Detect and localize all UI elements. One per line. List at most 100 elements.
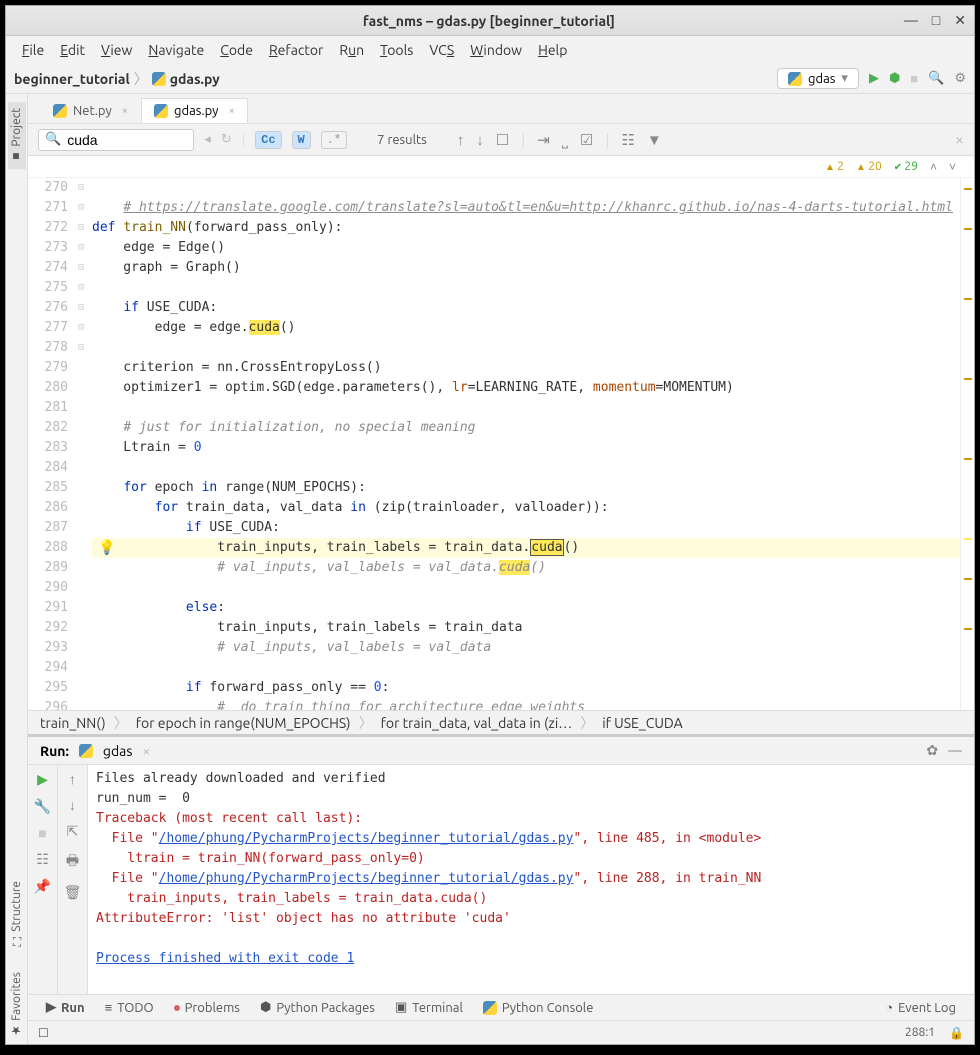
prev-match-icon[interactable]: ↑ [457,131,465,149]
menu-code[interactable]: Code [214,40,259,60]
crumb-file[interactable]: gdas.py [170,71,220,87]
tab-label: Net.py [73,104,112,118]
python-file-icon [53,104,67,118]
titlebar: fast_nms – gdas.py [beginner_tutorial] —… [6,6,974,36]
nav-crumb-bar: beginner_tutorial 〉 gdas.py gdas ▾ ▶ ⬢ ■… [6,64,974,94]
export-icon[interactable]: ⇱ [67,823,79,840]
minimize-panel-icon[interactable]: — [948,742,962,759]
tool-tab-problems[interactable]: Problems [164,1001,250,1015]
menu-vcs[interactable]: VCS [423,40,460,60]
filter-icon[interactable]: ☷ [621,131,634,149]
code-editor[interactable]: 270 271 272 273 274 275 276 277 278 279 … [28,178,974,710]
menu-refactor[interactable]: Refactor [263,40,329,60]
tool-tab-console[interactable]: Python Console [473,1001,604,1015]
menu-window[interactable]: Window [464,40,528,60]
filter2-icon[interactable]: ▼ [647,131,662,149]
run-config-select[interactable]: gdas ▾ [777,68,859,89]
tool-tab-todo[interactable]: ≡ TODO [95,1000,164,1015]
gear-icon[interactable]: ⚙ [954,71,966,86]
chevron-up-icon[interactable]: ˄ [930,160,937,174]
python-icon [788,72,802,86]
layout-icon[interactable]: ☷ [36,851,49,868]
pin-icon[interactable]: 📌 [34,878,51,895]
tool-tab-run[interactable]: ▶ Run [36,1000,95,1015]
tool-tab-terminal[interactable]: ▣ Terminal [385,1000,473,1015]
words-toggle[interactable]: W [292,131,311,149]
chevron-down-icon: ▾ [841,71,848,86]
sidebar-tab-favorites[interactable]: ★ Favorites [8,966,26,1044]
fold-gutter[interactable]: ⊟ ⊟ ⊟ ⊟ ⊟ ⊟ ⊟ ⊟ ⊟ [78,178,92,710]
line-gutter: 270 271 272 273 274 275 276 277 278 279 … [28,178,78,710]
crumb-if[interactable]: if USE_CUDA [602,715,683,731]
menu-file[interactable]: File [16,40,50,60]
python-file-icon [154,104,168,118]
gear-icon[interactable]: ✿ [926,742,938,759]
chevron-down-icon[interactable]: ˅ [949,160,956,174]
menu-help[interactable]: Help [532,40,573,60]
search-icon[interactable]: 🔍 [928,71,944,86]
console-output[interactable]: Files already downloaded and verified ru… [88,765,974,994]
inspections-summary[interactable]: 2 20 29 ˄ ˅ [28,156,974,178]
regex-toggle[interactable]: .* [321,131,347,149]
menu-view[interactable]: View [95,40,138,60]
run-tab-close-icon[interactable]: × [142,743,150,759]
menubar: File Edit View Navigate Code Refactor Ru… [6,36,974,64]
wrench-icon[interactable]: 🔧 [34,798,51,815]
crumb-fn[interactable]: train_NN() [40,715,106,731]
remove-selection-icon[interactable]: ☑ [580,131,593,149]
tab-gdas-py[interactable]: gdas.py × [141,98,248,123]
status-icon[interactable]: ☐ [38,1026,49,1040]
left-sidebar: ■ Project ⛶ Structure ★ Favorites [6,94,28,1044]
bottom-tool-tabs: ▶ Run ≡ TODO Problems ⬢ Python Packages … [28,994,974,1020]
tool-tab-packages[interactable]: ⬢ Python Packages [250,1000,385,1015]
sidebar-tab-structure[interactable]: ⛶ Structure [8,875,26,952]
prev-query-icon[interactable]: ◂ [204,132,211,147]
tab-close-icon[interactable]: × [122,105,128,117]
code-breadcrumb[interactable]: train_NN()〉 for epoch in range(NUM_EPOCH… [28,710,974,734]
crumb-project[interactable]: beginner_tutorial [14,71,130,87]
menu-tools[interactable]: Tools [374,40,419,60]
code-text[interactable]: # https://translate.google.com/translate… [92,178,960,710]
find-input[interactable] [67,132,187,148]
add-selection-icon[interactable]: ⇥ [537,131,550,149]
cursor-position[interactable]: 288:1 [905,1026,935,1039]
error-stripe[interactable] [960,178,974,710]
python-icon [483,1001,497,1015]
search-icon: 🔍 [45,132,61,147]
run-icon[interactable]: ▶ [869,71,879,86]
match-case-toggle[interactable]: Cc [255,131,281,149]
event-log-button[interactable]: ◔ Event Log [875,1000,966,1015]
print-icon[interactable]: 🖶 [66,850,79,874]
sidebar-tab-project[interactable]: ■ Project [8,102,26,169]
inspection-warn-count: 2 [825,160,844,173]
crumb-for2[interactable]: for train_data, val_data in (zi… [381,715,573,731]
close-icon[interactable]: ✕ [954,12,966,29]
window-title: fast_nms – gdas.py [beginner_tutorial] [74,13,904,29]
tab-net-py[interactable]: Net.py × [40,98,141,123]
find-results: 7 results [377,133,427,147]
run-tab-name[interactable]: gdas [103,743,133,759]
up-icon[interactable]: ↑ [69,771,76,787]
debug-icon[interactable]: ⬢ [889,71,900,86]
run-config-label: gdas [808,72,835,86]
menu-edit[interactable]: Edit [54,40,91,60]
close-find-icon[interactable]: × [955,131,964,149]
menu-run[interactable]: Run [333,40,370,60]
lock-icon[interactable]: 🔒 [949,1026,964,1040]
select-all-icon[interactable]: ☐ [496,131,509,149]
tab-close-icon[interactable]: × [228,105,234,117]
run-tool-column-2: ↑ ↓ ⇱ 🖶 🗑 [58,765,88,994]
select-occurrences-icon[interactable]: ⎵ [562,131,568,149]
trash-icon[interactable]: 🗑 [64,884,82,901]
down-icon[interactable]: ↓ [69,797,76,813]
crumb-for1[interactable]: for epoch in range(NUM_EPOCHS) [136,715,351,731]
stop-icon: ■ [910,71,918,86]
rerun-icon[interactable]: ▶ [37,771,48,788]
next-query-icon[interactable]: ↻ [221,132,232,147]
next-match-icon[interactable]: ↓ [476,131,484,149]
menu-navigate[interactable]: Navigate [142,40,210,60]
editor-tabs: Net.py × gdas.py × [28,94,974,124]
minimize-icon[interactable]: — [904,12,918,29]
lightbulb-icon[interactable]: 💡 [98,538,115,558]
maximize-icon[interactable]: □ [932,12,940,29]
